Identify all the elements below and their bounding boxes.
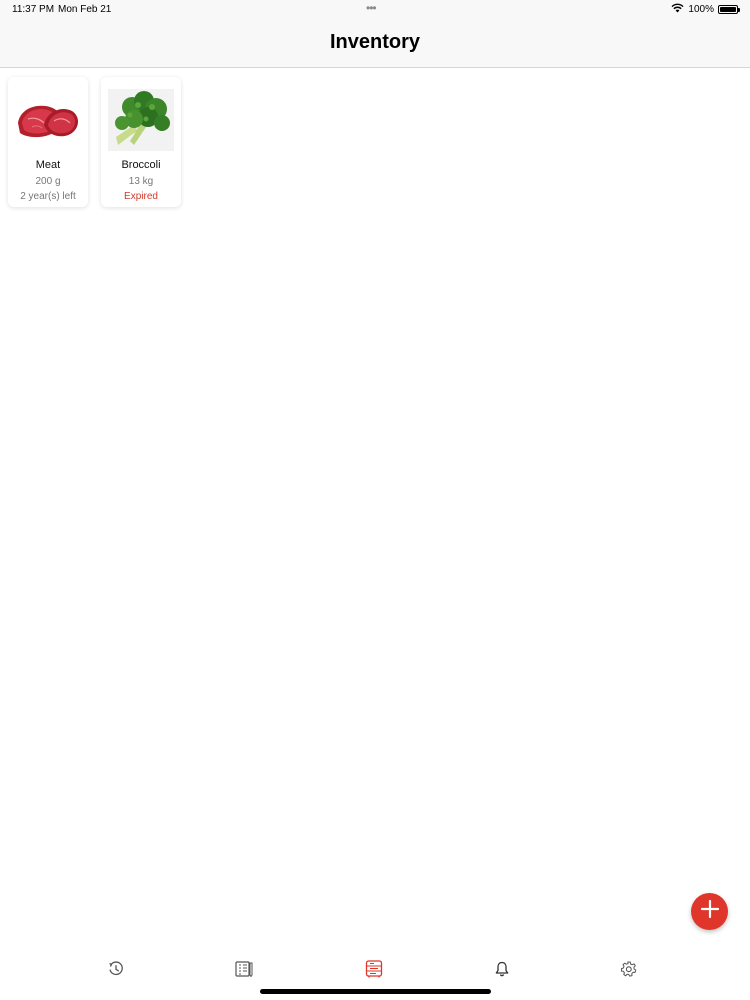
meat-image <box>14 89 82 151</box>
multitasking-dots-icon[interactable]: ••• <box>366 2 377 14</box>
add-item-button[interactable] <box>691 893 728 930</box>
gear-icon <box>620 961 637 982</box>
tab-notifications[interactable] <box>492 961 512 981</box>
inventory-card-meat[interactable]: Meat 200 g 2 year(s) left <box>8 77 88 207</box>
fridge-inventory-icon <box>365 959 383 983</box>
item-expiry-status: 2 year(s) left <box>20 191 76 202</box>
inventory-grid: Meat 200 g 2 year(s) left Broccoli 13 kg… <box>8 77 181 207</box>
tab-inventory[interactable] <box>364 959 384 983</box>
tab-history[interactable] <box>106 960 126 982</box>
wifi-icon <box>671 3 684 16</box>
tab-settings[interactable] <box>619 961 639 981</box>
tab-recipes[interactable] <box>234 960 254 982</box>
home-indicator[interactable] <box>260 989 491 994</box>
item-quantity: 13 kg <box>128 176 154 187</box>
plus-icon <box>700 899 719 923</box>
status-time: 11:37 PM <box>12 4 55 15</box>
item-quantity: 200 g <box>35 176 61 187</box>
battery-percent: 100% <box>688 4 714 15</box>
history-icon <box>108 960 124 982</box>
battery-fill <box>720 7 736 12</box>
item-expiry-status: Expired <box>124 191 158 202</box>
inventory-card-broccoli[interactable]: Broccoli 13 kg Expired <box>101 77 181 207</box>
status-date: Mon Feb 21 <box>58 4 112 15</box>
item-name: Broccoli <box>121 159 161 171</box>
status-bar: 11:37 PM Mon Feb 21 ••• 100% <box>0 0 750 20</box>
page-title: Inventory <box>329 31 421 53</box>
navigation-bar: Inventory <box>0 20 750 68</box>
item-name: Meat <box>35 159 61 171</box>
bell-icon <box>495 961 509 982</box>
broccoli-image <box>107 89 175 151</box>
status-right: 100% <box>671 3 740 16</box>
battery-icon <box>718 5 740 14</box>
recipe-book-icon <box>235 960 253 982</box>
